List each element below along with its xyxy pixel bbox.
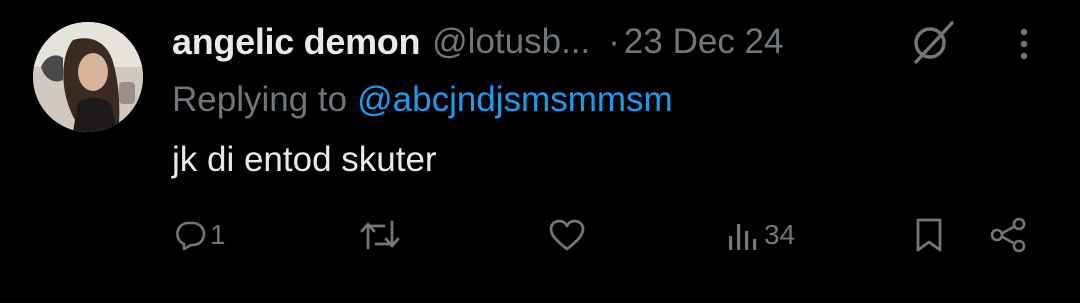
views-icon xyxy=(726,218,760,252)
repost-button[interactable] xyxy=(358,210,406,260)
tweet-text: jk di entod skuter xyxy=(172,140,437,179)
avatar[interactable] xyxy=(33,22,143,132)
like-button[interactable] xyxy=(548,210,590,260)
grok-icon[interactable] xyxy=(908,20,958,64)
reply-button[interactable]: 1 xyxy=(174,210,226,260)
author-handle[interactable]: @lotusb... xyxy=(432,22,590,62)
share-icon xyxy=(988,217,1028,253)
separator-dot: · xyxy=(608,22,620,61)
bookmark-button[interactable] xyxy=(912,210,946,260)
tweet-header: angelic demon @lotusb... · 23 Dec 24 xyxy=(172,20,783,64)
tweet: angelic demon @lotusb... · 23 Dec 24 Rep… xyxy=(0,0,1080,303)
views-count: 34 xyxy=(764,219,796,250)
repost-icon xyxy=(358,218,402,252)
reply-target-link[interactable]: @abcjndjsmsmmsm xyxy=(357,80,673,120)
replying-to-label: Replying to xyxy=(172,80,348,119)
author-name[interactable]: angelic demon xyxy=(172,21,420,63)
views-button[interactable]: 34 xyxy=(726,210,795,260)
heart-icon xyxy=(548,218,586,252)
replying-to: Replying to @abcjndjsmsmmsm xyxy=(172,78,673,122)
reply-icon xyxy=(174,219,206,251)
tweet-date[interactable]: 23 Dec 24 xyxy=(624,22,784,62)
share-button[interactable] xyxy=(988,210,1028,260)
reply-count: 1 xyxy=(210,219,226,250)
more-icon[interactable] xyxy=(1004,22,1044,66)
bookmark-icon xyxy=(912,217,946,253)
